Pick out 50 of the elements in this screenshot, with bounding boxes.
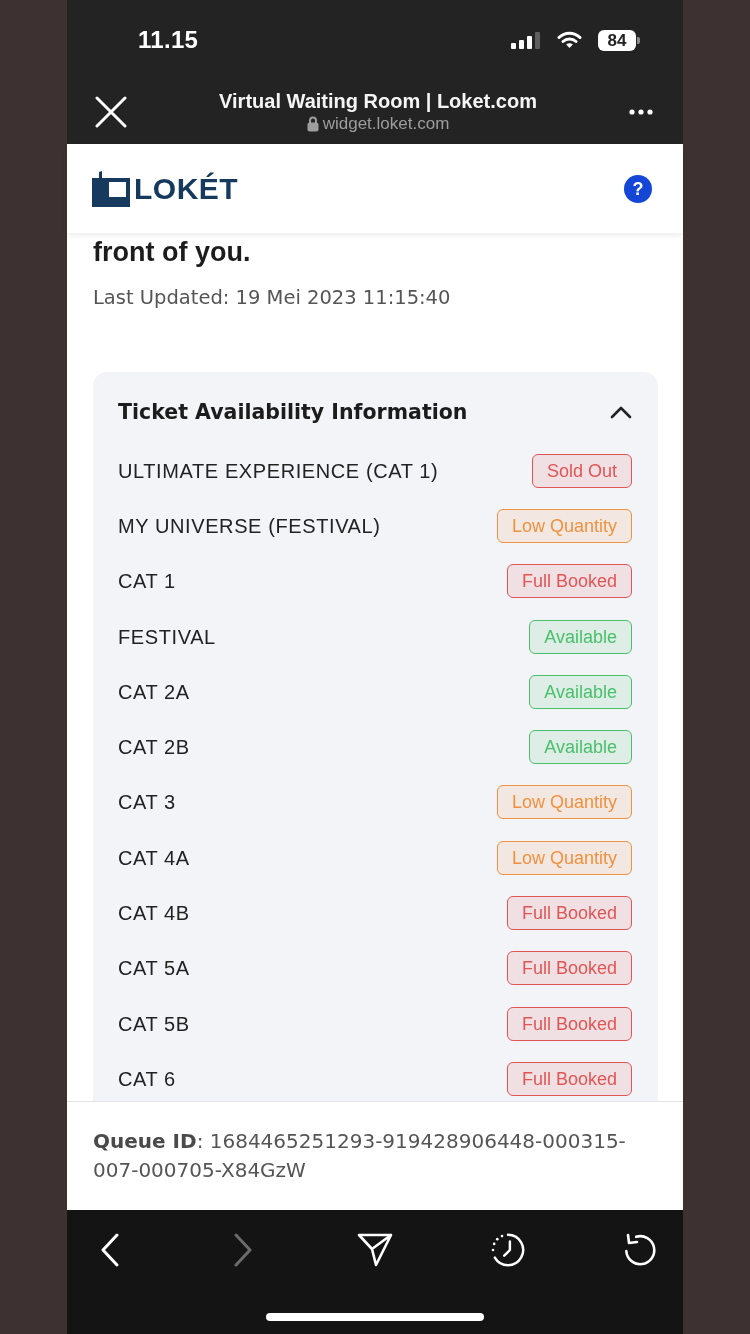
availability-status-tag: Full Booked <box>506 1061 632 1096</box>
availability-status-tag: Available <box>529 674 632 709</box>
ticket-category: CAT 6 <box>118 1066 176 1092</box>
ticket-category: ULTIMATE EXPERIENCE (CAT 1) <box>118 458 439 484</box>
close-icon <box>95 96 127 128</box>
ticket-category: CAT 1 <box>118 569 176 595</box>
ticket-category: CAT 4A <box>118 845 190 871</box>
paper-plane-icon <box>357 1232 393 1268</box>
ticket-category: FESTIVAL <box>118 624 216 650</box>
ticket-category: MY UNIVERSE (FESTIVAL) <box>118 513 381 539</box>
more-button[interactable] <box>629 109 653 115</box>
more-dots-icon <box>629 109 653 115</box>
availability-status-tag: Sold Out <box>531 453 632 488</box>
ticket-category: CAT 4B <box>118 901 190 926</box>
availability-title: Ticket Availability Information <box>118 399 468 426</box>
chevron-up-icon[interactable] <box>610 405 632 419</box>
page-title: Virtual Waiting Room | Loket.com <box>219 89 537 113</box>
ticket-category: CAT 2B <box>118 735 190 761</box>
logo-mark-icon <box>92 170 130 207</box>
availability-status-tag: Full Booked <box>506 896 632 930</box>
share-button[interactable] <box>357 1231 393 1269</box>
availability-status-tag: Available <box>529 619 632 654</box>
reload-icon <box>622 1232 658 1268</box>
waiting-message: front of you. <box>93 237 252 267</box>
wifi-icon <box>557 31 582 49</box>
last-updated-text: Last Updated: 19 Mei 2023 11:15:40 <box>93 285 452 311</box>
queue-id-text: Queue ID: 1684465251293-919428906448-000315-007-000705-X84GzW <box>93 1128 627 1184</box>
availability-status-tag: Full Booked <box>506 951 632 986</box>
status-time: 11.15 <box>138 28 199 52</box>
availability-status-tag: Low Quantity <box>496 840 632 875</box>
signal-icon <box>511 31 541 49</box>
history-button[interactable] <box>489 1231 526 1269</box>
ticket-category: CAT 2A <box>118 679 190 705</box>
lock-icon <box>306 116 319 132</box>
close-button[interactable] <box>95 96 127 128</box>
clock-icon <box>489 1231 526 1269</box>
ticket-category: CAT 3 <box>118 790 176 816</box>
availability-status-tag: Low Quantity <box>496 785 632 820</box>
logo-text: LOKÉT <box>134 173 239 204</box>
ticket-category: CAT 5A <box>118 956 190 982</box>
availability-status-tag: Low Quantity <box>496 508 632 543</box>
ticket-category: CAT 5B <box>118 1011 190 1037</box>
battery-indicator: 84 <box>598 29 640 51</box>
availability-status-tag: Full Booked <box>506 1006 632 1041</box>
availability-status-tag: Full Booked <box>506 564 632 599</box>
forward-chevron-icon <box>232 1233 253 1267</box>
availability-status-tag: Available <box>529 730 632 765</box>
page-url: widget.loket.com <box>322 113 450 135</box>
back-chevron-icon <box>100 1233 120 1267</box>
help-button[interactable]: ? <box>624 174 652 203</box>
